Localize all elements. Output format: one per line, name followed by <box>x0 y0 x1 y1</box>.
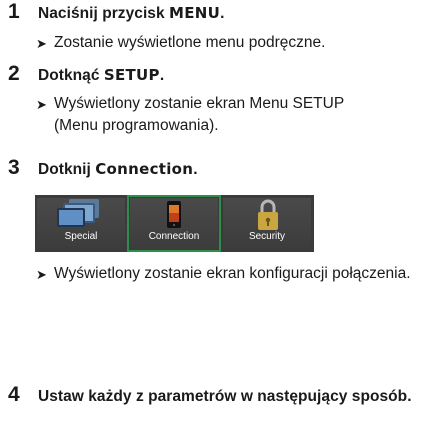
padlock-icon <box>258 199 278 230</box>
step-instruction: Dotknij Connection. <box>38 160 198 179</box>
instruction-end: . <box>220 5 225 22</box>
key-name: MENU <box>169 4 221 22</box>
step-instruction: Naciśnij przycisk MENU. <box>38 4 224 23</box>
result-arrow-icon: ➤ <box>36 267 47 282</box>
instruction-text: Dotknij <box>38 161 96 178</box>
tile-label: Special <box>64 231 98 242</box>
step-4-heading: 4 Ustaw każdy z parametrów w następujący… <box>8 383 412 408</box>
step-1-result: ➤ Zostanie wyświetlone menu podręczne. <box>36 32 414 55</box>
step-3-heading: 3 Dotknij Connection. <box>8 156 418 180</box>
result-text: Wyświetlony zostanie ekran konfiguracji … <box>54 265 411 282</box>
step-1: 1 Naciśnij przycisk MENU. <box>8 0 418 24</box>
key-name: SETUP <box>103 66 160 84</box>
menu-tile-special[interactable]: Special <box>37 198 125 249</box>
result-arrow-icon: ➤ <box>36 97 47 112</box>
instruction-end: . <box>193 161 198 178</box>
special-screens-icon <box>57 199 99 227</box>
step-number: 1 <box>8 0 20 23</box>
result-text: Wyświetlony zostanie ekran Menu SETUP (M… <box>54 95 344 134</box>
instruction-text: Naciśnij przycisk <box>38 5 169 22</box>
instruction-text: Dotknąć <box>38 67 104 84</box>
step-instruction: Ustaw każdy z parametrów w następujący s… <box>38 388 412 405</box>
step-instruction: Dotknąć SETUP. <box>38 66 164 85</box>
step-2: 2 Dotknąć SETUP. <box>8 62 418 86</box>
result-text: Zostanie wyświetlone menu podręczne. <box>54 34 326 51</box>
step-4: 4 Ustaw każdy z parametrów w następujący… <box>8 383 412 408</box>
tile-label: Connection <box>148 231 200 242</box>
menu-tile-security[interactable]: Security <box>223 198 311 249</box>
key-name: Connection <box>95 160 194 178</box>
setup-menu-panel: Special Connection Security <box>35 195 314 252</box>
menu-tile-connection[interactable]: Connection <box>127 195 221 252</box>
instruction-end: . <box>159 67 165 84</box>
step-1-heading: 1 Naciśnij przycisk MENU. <box>8 0 418 24</box>
step-number: 4 <box>8 383 20 406</box>
smartphone-icon <box>167 201 181 228</box>
step-2-heading: 2 Dotknąć SETUP. <box>8 62 418 86</box>
step-number: 3 <box>8 156 20 179</box>
result-arrow-icon: ➤ <box>36 36 47 51</box>
step-number: 2 <box>8 62 20 85</box>
step-3-result: ➤ Wyświetlony zostanie ekran konfiguracj… <box>36 263 420 286</box>
step-3: 3 Dotknij Connection. <box>8 156 418 180</box>
step-2-result: ➤ Wyświetlony zostanie ekran Menu SETUP … <box>36 93 362 137</box>
tile-label: Security <box>248 231 286 242</box>
